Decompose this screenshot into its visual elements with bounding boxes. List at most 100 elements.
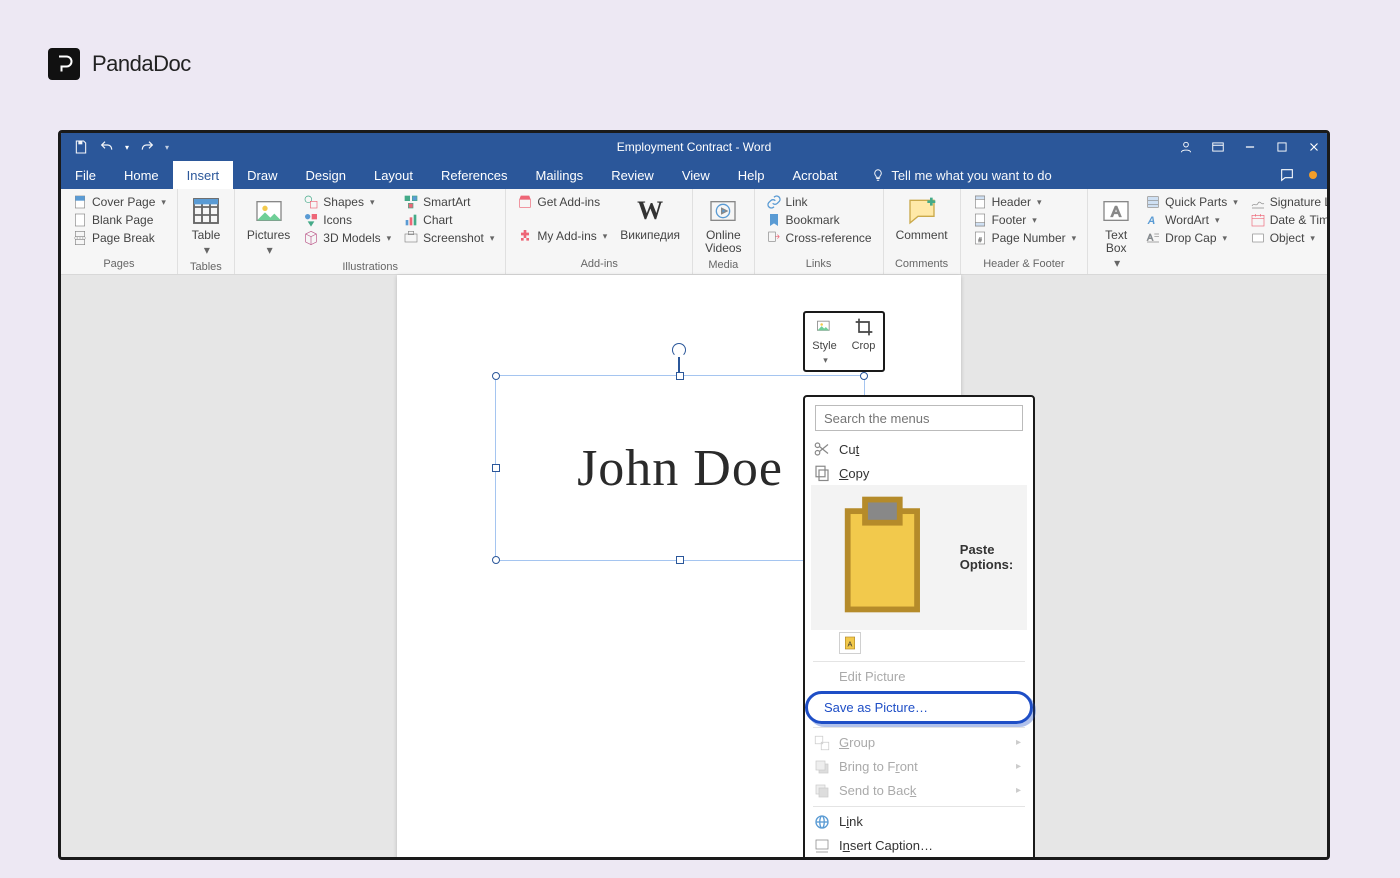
ribbon-display-icon[interactable] bbox=[1211, 140, 1225, 154]
menu-label: Group bbox=[839, 735, 875, 750]
resize-handle[interactable] bbox=[676, 372, 684, 380]
header-button[interactable]: Header▾ bbox=[969, 193, 1080, 211]
resize-handle[interactable] bbox=[492, 556, 500, 564]
maximize-icon[interactable] bbox=[1275, 140, 1289, 154]
wordart-button[interactable]: AWordArt▾ bbox=[1142, 211, 1241, 229]
resize-handle[interactable] bbox=[860, 372, 868, 380]
video-icon bbox=[707, 195, 739, 227]
get-addins-button[interactable]: Get Add-ins bbox=[514, 193, 610, 211]
tab-references[interactable]: References bbox=[427, 161, 521, 189]
undo-icon[interactable] bbox=[99, 139, 115, 155]
comment-button[interactable]: Comment bbox=[892, 193, 952, 256]
rotate-handle[interactable] bbox=[672, 343, 686, 357]
svg-text:A: A bbox=[1147, 215, 1156, 227]
3d-models-button[interactable]: 3D Models▾ bbox=[300, 229, 394, 247]
icons-button[interactable]: Icons bbox=[300, 211, 394, 229]
menu-paste-options-header: Paste Options: bbox=[811, 485, 1027, 630]
undo-dropdown-icon[interactable]: ▾ bbox=[125, 143, 129, 152]
minimize-icon[interactable] bbox=[1243, 140, 1257, 154]
cross-reference-button[interactable]: Cross-reference bbox=[763, 229, 875, 247]
object-button[interactable]: Object▾ bbox=[1247, 229, 1330, 247]
pictures-button[interactable]: Pictures▾ bbox=[243, 193, 294, 259]
qat-customize-icon[interactable]: ▾ bbox=[165, 143, 169, 152]
menu-copy[interactable]: Copy bbox=[811, 461, 1027, 485]
menu-link[interactable]: Link bbox=[811, 810, 1027, 834]
menu-insert-caption[interactable]: Insert Caption… bbox=[811, 834, 1027, 858]
quick-parts-button[interactable]: Quick Parts▾ bbox=[1142, 193, 1241, 211]
chart-button[interactable]: Chart bbox=[400, 211, 497, 229]
tab-draw[interactable]: Draw bbox=[233, 161, 291, 189]
pandadoc-logo-icon bbox=[48, 48, 80, 80]
smartart-button[interactable]: SmartArt bbox=[400, 193, 497, 211]
tab-insert[interactable]: Insert bbox=[173, 161, 234, 189]
shapes-icon bbox=[303, 194, 319, 210]
document-area[interactable]: John Doe Style▾ Crop bbox=[61, 275, 1327, 857]
signature-icon bbox=[1250, 194, 1266, 210]
date-time-button[interactable]: Date & Time bbox=[1247, 211, 1330, 229]
save-icon[interactable] bbox=[73, 139, 89, 155]
tab-file[interactable]: File bbox=[61, 161, 110, 189]
online-videos-button[interactable]: Online Videos bbox=[701, 193, 745, 257]
ribbon-tabs: File Home Insert Draw Design Layout Refe… bbox=[61, 161, 1327, 189]
screenshot-icon bbox=[403, 230, 419, 246]
menu-save-as-picture[interactable]: Save as Picture… bbox=[805, 691, 1033, 724]
tab-home[interactable]: Home bbox=[110, 161, 173, 189]
drop-cap-icon: A bbox=[1145, 230, 1161, 246]
tab-help[interactable]: Help bbox=[724, 161, 779, 189]
screenshot-button[interactable]: Screenshot▾ bbox=[400, 229, 497, 247]
ribbon: Cover Page▾ Blank Page Page Break Pages … bbox=[61, 189, 1327, 275]
crop-button[interactable]: Crop bbox=[844, 317, 883, 366]
tab-review[interactable]: Review bbox=[597, 161, 668, 189]
shapes-button[interactable]: Shapes▾ bbox=[300, 193, 394, 211]
blank-page-icon bbox=[72, 212, 88, 228]
style-button[interactable]: Style▾ bbox=[805, 317, 844, 366]
tell-me-label: Tell me what you want to do bbox=[891, 168, 1051, 183]
text-box-button[interactable]: A Text Box▾ bbox=[1096, 193, 1136, 273]
account-icon[interactable] bbox=[1179, 140, 1193, 154]
page-break-button[interactable]: Page Break bbox=[69, 229, 169, 247]
cover-page-button[interactable]: Cover Page▾ bbox=[69, 193, 169, 211]
menu-edit-picture: Edit Picture bbox=[811, 665, 1027, 689]
page-number-icon: # bbox=[972, 230, 988, 246]
quick-parts-icon bbox=[1145, 194, 1161, 210]
menu-label: Bring to Front bbox=[839, 759, 918, 774]
redo-icon[interactable] bbox=[139, 139, 155, 155]
paste-keep-text-button[interactable]: A bbox=[839, 632, 861, 654]
group-icon bbox=[813, 734, 831, 752]
resize-handle[interactable] bbox=[492, 372, 500, 380]
footer-button[interactable]: Footer▾ bbox=[969, 211, 1080, 229]
send-back-icon bbox=[813, 782, 831, 800]
wikipedia-button[interactable]: W Википедия bbox=[616, 193, 684, 256]
tab-view[interactable]: View bbox=[668, 161, 724, 189]
resize-handle[interactable] bbox=[676, 556, 684, 564]
tell-me-search[interactable]: Tell me what you want to do bbox=[851, 161, 1051, 189]
page-number-button[interactable]: #Page Number▾ bbox=[969, 229, 1080, 247]
tab-acrobat[interactable]: Acrobat bbox=[779, 161, 852, 189]
menu-search-input[interactable] bbox=[815, 405, 1023, 431]
addins-icon bbox=[517, 228, 533, 244]
crop-icon bbox=[853, 317, 875, 337]
tab-mailings[interactable]: Mailings bbox=[522, 161, 598, 189]
menu-cut[interactable]: Cut bbox=[811, 437, 1027, 461]
signature-line-button[interactable]: Signature Line▾ bbox=[1247, 193, 1330, 211]
menu-wrap-text[interactable]: Wrap Text▸ bbox=[811, 858, 1027, 860]
tab-layout[interactable]: Layout bbox=[360, 161, 427, 189]
notification-dot-icon[interactable] bbox=[1309, 171, 1317, 179]
object-icon bbox=[1250, 230, 1266, 246]
tab-design[interactable]: Design bbox=[292, 161, 360, 189]
menu-search bbox=[815, 405, 1023, 431]
wordart-icon: A bbox=[1145, 212, 1161, 228]
group-text: A Text Box▾ Quick Parts▾ AWordArt▾ ADrop… bbox=[1088, 189, 1330, 274]
menu-send-to-back: Send to Back▸ bbox=[811, 779, 1027, 803]
close-icon[interactable] bbox=[1307, 140, 1321, 154]
wikipedia-icon: W bbox=[634, 195, 666, 227]
blank-page-button[interactable]: Blank Page bbox=[69, 211, 169, 229]
link-button[interactable]: Link bbox=[763, 193, 875, 211]
drop-cap-button[interactable]: ADrop Cap▾ bbox=[1142, 229, 1241, 247]
comment-icon[interactable] bbox=[1279, 167, 1295, 183]
table-button[interactable]: Table▾ bbox=[186, 193, 226, 259]
bookmark-button[interactable]: Bookmark bbox=[763, 211, 875, 229]
lightbulb-icon bbox=[871, 168, 885, 182]
my-addins-button[interactable]: My Add-ins▾ bbox=[514, 227, 610, 245]
resize-handle[interactable] bbox=[492, 464, 500, 472]
